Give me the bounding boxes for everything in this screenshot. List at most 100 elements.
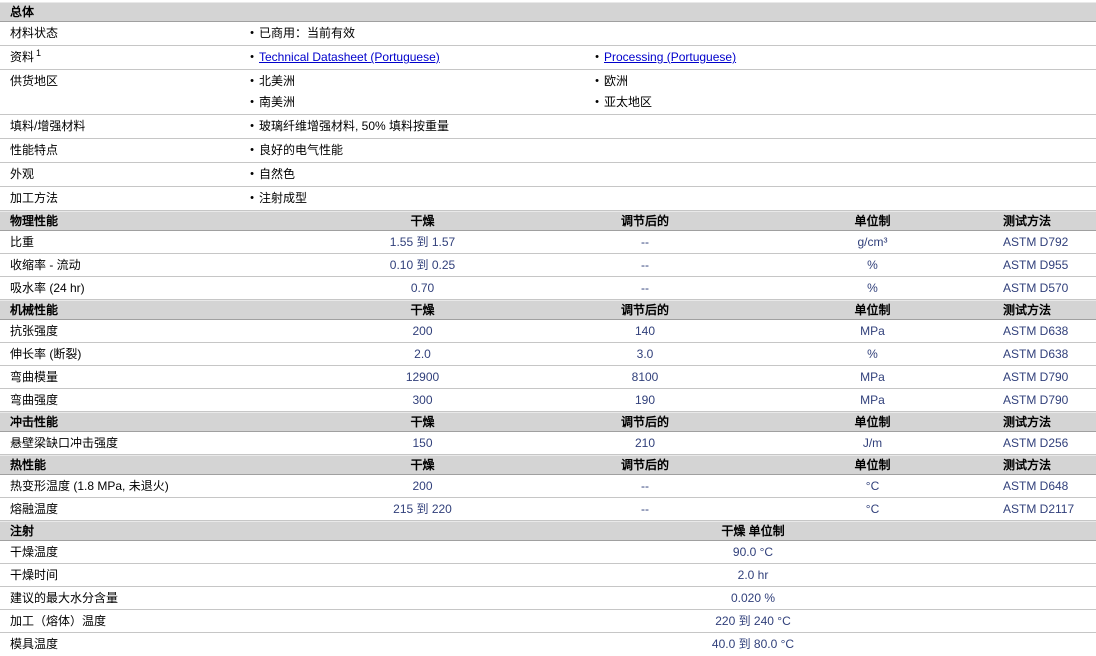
- general-row: 材料状态 • 已商用：当前有效: [0, 22, 1096, 46]
- bullet-icon: •: [250, 96, 254, 108]
- property-row: 悬壁梁缺口冲击强度 150 210 J/m ASTM D256: [0, 432, 1096, 455]
- section-title: 机械性能: [10, 303, 59, 317]
- list-item-text: 良好的电气性能: [259, 143, 344, 157]
- list-item-text: 北美洲: [259, 74, 296, 88]
- list-item-text: 注射成型: [259, 191, 308, 205]
- property-name: 干燥温度: [10, 545, 59, 559]
- value-list-right: [590, 164, 1096, 185]
- value-list-left: • 注射成型: [245, 188, 590, 209]
- column-header-units: 单位制: [854, 303, 891, 317]
- bullet-icon: •: [250, 120, 254, 132]
- bullet-icon: •: [595, 51, 599, 63]
- injection-row: 干燥时间 2.0 hr: [0, 564, 1096, 587]
- value-list-right: • Processing (Portuguese): [590, 47, 1096, 68]
- document-link[interactable]: Processing (Portuguese): [604, 47, 736, 68]
- value-conditioned: --: [641, 281, 649, 295]
- property-row: 热变形温度 (1.8 MPa, 未退火) 200 -- °C ASTM D648: [0, 475, 1096, 498]
- value-unit: J/m: [862, 436, 883, 450]
- test-method: ASTM D256: [1003, 436, 1069, 450]
- bullet-icon: •: [250, 51, 254, 63]
- value-conditioned: --: [641, 479, 649, 493]
- value-list-right: • 欧洲 • 亚太地区: [590, 71, 1096, 113]
- injection-row: 模具温度 40.0 到 80.0 °C: [0, 633, 1096, 656]
- test-method: ASTM D648: [1003, 479, 1069, 493]
- test-method: ASTM D2117: [1003, 502, 1075, 516]
- value-dry-unit: 0.020 %: [730, 591, 776, 605]
- property-name: 熔融温度: [10, 502, 59, 516]
- column-header-conditioned: 调节后的: [620, 214, 669, 228]
- column-header-test-method: 测试方法: [1003, 415, 1052, 429]
- property-name: 弯曲模量: [10, 370, 59, 384]
- value-dry-unit: 40.0 到 80.0 °C: [711, 637, 795, 651]
- property-row: 弯曲模量 12900 8100 MPa ASTM D790: [0, 366, 1096, 389]
- row-label: 加工方法: [10, 191, 59, 205]
- document-link[interactable]: Technical Datasheet (Portuguese): [259, 47, 440, 68]
- value-list-left: • Technical Datasheet (Portuguese): [245, 47, 590, 68]
- value-list-left: • 自然色: [245, 164, 590, 185]
- column-header-dry: 干燥: [410, 415, 435, 429]
- general-row: 性能特点 • 良好的电气性能: [0, 139, 1096, 163]
- column-header-test-method: 测试方法: [1003, 303, 1052, 317]
- value-conditioned: 8100: [631, 370, 659, 384]
- column-header-dry-units: 干燥 单位制: [721, 524, 785, 538]
- property-row: 比重 1.55 到 1.57 -- g/cm³ ASTM D792: [0, 231, 1096, 254]
- property-name: 弯曲强度: [10, 393, 59, 407]
- bullet-icon: •: [595, 96, 599, 108]
- column-header-conditioned: 调节后的: [620, 303, 669, 317]
- value-list-left: • 已商用：当前有效: [245, 23, 590, 44]
- general-row: 填料/增强材料 • 玻璃纤维增强材料, 50% 填料按重量: [0, 115, 1096, 139]
- general-row: 外观 • 自然色: [0, 163, 1096, 187]
- injection-row: 建议的最大水分含量 0.020 %: [0, 587, 1096, 610]
- injection-rows: 干燥温度 90.0 °C 干燥时间 2.0 hr 建议的最大水分含量 0.020…: [0, 541, 1096, 656]
- list-item: • 玻璃纤维增强材料, 50% 填料按重量: [245, 116, 590, 137]
- list-item: • 注射成型: [245, 188, 590, 209]
- row-label: 资料 1: [10, 48, 42, 65]
- value-list-right: [590, 23, 1096, 44]
- test-method: ASTM D955: [1003, 258, 1069, 272]
- column-header-units: 单位制: [854, 458, 891, 472]
- value-conditioned: 140: [634, 324, 656, 338]
- list-item: • Processing (Portuguese): [590, 47, 1096, 68]
- section-header-injection: 注射 干燥 单位制: [0, 521, 1096, 541]
- list-item: • 已商用：当前有效: [245, 23, 590, 44]
- general-row: 资料 1 • Technical Datasheet (Portuguese) •…: [0, 46, 1096, 70]
- injection-row: 干燥温度 90.0 °C: [0, 541, 1096, 564]
- property-name: 建议的最大水分含量: [10, 591, 119, 605]
- property-name: 模具温度: [10, 637, 59, 651]
- value-dry: 300: [412, 393, 433, 407]
- section-header-general: 总体: [0, 2, 1096, 22]
- property-name: 吸水率 (24 hr): [10, 281, 85, 295]
- row-label: 填料/增强材料: [10, 119, 86, 133]
- general-row: 供货地区 • 北美洲 • 南美洲 • 欧洲 • 亚太地区: [0, 70, 1096, 115]
- value-dry-unit: 2.0 hr: [737, 568, 769, 582]
- value-dry: 200: [412, 324, 433, 338]
- test-method: ASTM D792: [1003, 235, 1069, 249]
- row-label: 材料状态: [10, 26, 59, 40]
- section-title: 总体: [10, 5, 35, 19]
- list-item-text: 自然色: [259, 167, 296, 181]
- value-unit: °C: [865, 479, 880, 493]
- injection-row: 加工（熔体）温度 220 到 240 °C: [0, 610, 1096, 633]
- value-list-left: • 玻璃纤维增强材料, 50% 填料按重量: [245, 116, 590, 137]
- list-item: • 欧洲: [590, 71, 1096, 92]
- value-unit: %: [867, 347, 878, 361]
- value-conditioned: --: [641, 235, 649, 249]
- column-header-units: 单位制: [854, 214, 891, 228]
- property-name: 热变形温度 (1.8 MPa, 未退火): [10, 479, 169, 493]
- row-label: 性能特点: [10, 143, 59, 157]
- value-list-right: [590, 188, 1096, 209]
- bullet-icon: •: [250, 27, 254, 39]
- value-conditioned: 190: [634, 393, 656, 407]
- list-item-text: 南美洲: [259, 95, 296, 109]
- value-conditioned: 210: [634, 436, 656, 450]
- list-item: • 亚太地区: [590, 92, 1096, 113]
- value-unit: %: [867, 281, 878, 295]
- general-row: 加工方法 • 注射成型: [0, 187, 1096, 211]
- property-row: 伸长率 (断裂) 2.0 3.0 % ASTM D638: [0, 343, 1096, 366]
- column-header-dry: 干燥: [410, 458, 435, 472]
- bullet-icon: •: [250, 168, 254, 180]
- general-section: 总体 材料状态 • 已商用：当前有效 资料 1 • Technical Datas…: [0, 2, 1096, 211]
- value-dry: 0.70: [410, 281, 435, 295]
- property-row: 熔融温度 215 到 220 -- °C ASTM D2117: [0, 498, 1096, 521]
- value-list-left: • 北美洲 • 南美洲: [245, 71, 590, 113]
